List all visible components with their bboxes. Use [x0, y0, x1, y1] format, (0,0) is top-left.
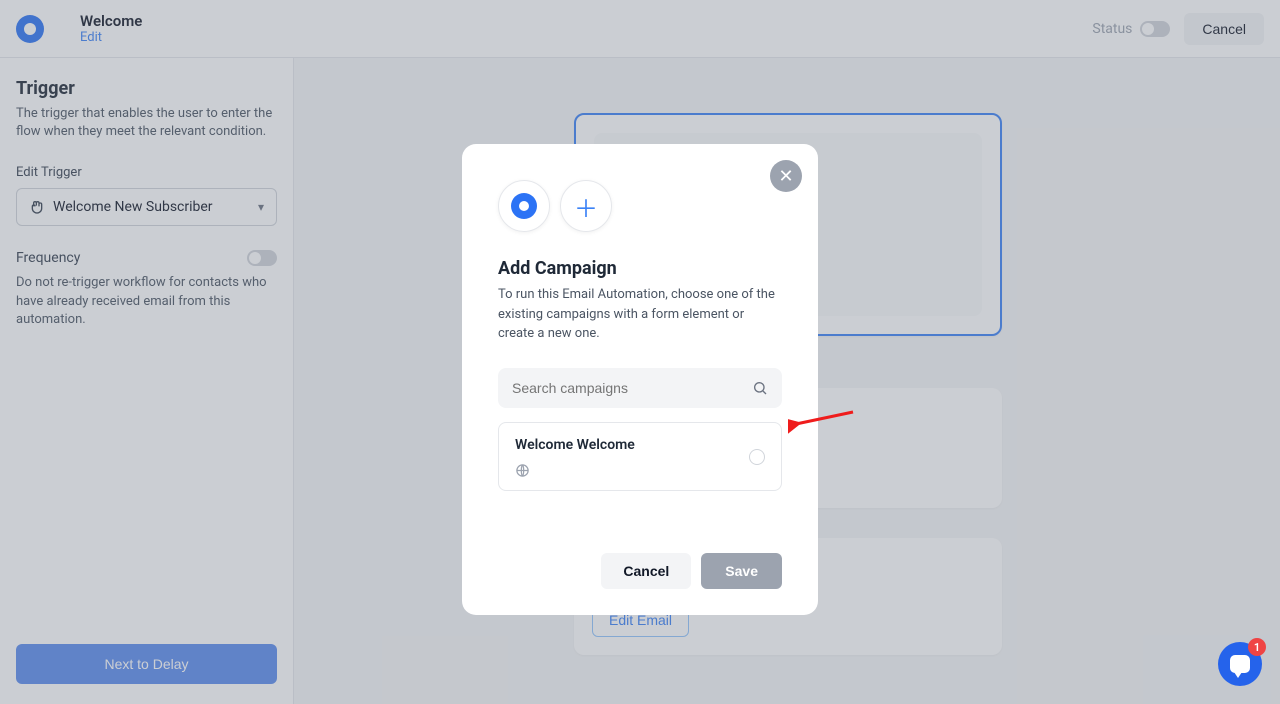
globe-icon [515, 463, 635, 478]
campaign-item-radio[interactable] [749, 449, 765, 465]
campaign-item[interactable]: Welcome Welcome [498, 422, 782, 491]
add-campaign-modal: ✕ ＋ Add Campaign To run this Email Autom… [462, 144, 818, 615]
search-campaigns[interactable] [498, 368, 782, 408]
search-icon [752, 380, 768, 396]
modal-title: Add Campaign [498, 258, 782, 279]
chat-badge: 1 [1248, 638, 1266, 656]
chat-icon [1230, 655, 1250, 673]
close-icon[interactable]: ✕ [770, 160, 802, 192]
campaign-item-name: Welcome Welcome [515, 437, 635, 453]
modal-save-button[interactable]: Save [701, 553, 782, 589]
search-input[interactable] [512, 380, 752, 396]
modal-description: To run this Email Automation, choose one… [498, 285, 782, 344]
plus-icon[interactable]: ＋ [560, 180, 612, 232]
app-logo-small [498, 180, 550, 232]
modal-cancel-button[interactable]: Cancel [601, 553, 691, 589]
chat-widget[interactable]: 1 [1218, 642, 1262, 686]
